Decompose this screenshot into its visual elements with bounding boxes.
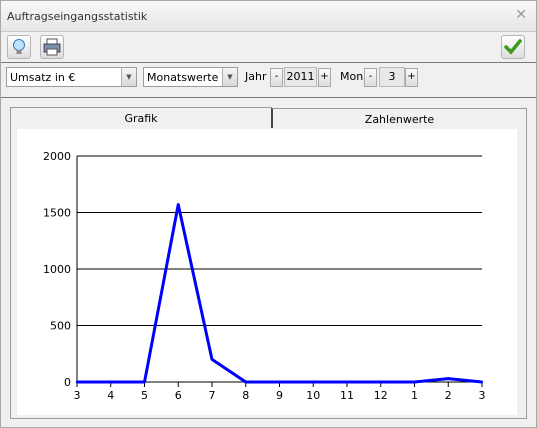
- toolbar: [1, 32, 536, 63]
- data-point: [413, 380, 416, 384]
- data-point: [312, 380, 315, 384]
- year-value[interactable]: 2011: [284, 67, 317, 87]
- data-point: [447, 377, 450, 380]
- x-tick-label: 11: [340, 389, 354, 402]
- year-increment-button[interactable]: +: [318, 68, 331, 87]
- series-line: [77, 203, 483, 384]
- x-tick-label: 12: [374, 389, 388, 402]
- measure-select[interactable]: Umsatz in € ▼: [6, 67, 137, 87]
- x-tick-label: 9: [276, 389, 283, 402]
- x-tick-label: 8: [242, 389, 249, 402]
- measure-select-value: Umsatz in €: [10, 71, 76, 84]
- tab-zahlenwerte[interactable]: Zahlenwerte: [271, 108, 527, 130]
- x-tick-label: 6: [175, 389, 182, 402]
- month-increment-button[interactable]: +: [405, 68, 418, 87]
- data-point: [244, 380, 247, 384]
- chevron-down-icon[interactable]: ▼: [121, 68, 136, 86]
- y-tick-label: 500: [50, 320, 71, 333]
- x-tick-label: 10: [306, 389, 320, 402]
- x-tick-label: 2: [445, 389, 452, 402]
- data-point: [210, 358, 214, 361]
- print-button[interactable]: [40, 35, 64, 59]
- month-decrement-button[interactable]: -: [364, 68, 377, 87]
- x-tick-label: 5: [141, 389, 148, 402]
- x-tick-label: 4: [107, 389, 114, 402]
- filter-bar: Umsatz in € ▼ Monatswerte ▼ Jahr - 2011 …: [1, 63, 536, 98]
- data-point: [177, 203, 180, 206]
- x-tick-label: 1: [411, 389, 418, 402]
- line-chart: 05001000150020003 4 5 6 7 8 9 10 11 12 1 2 3: [43, 150, 486, 402]
- x-tick-label: 3: [479, 389, 486, 402]
- data-point: [143, 380, 146, 384]
- month-value[interactable]: 3: [379, 67, 405, 87]
- chart-area: 0 500 1000 1500 2000 3 4 5 6 7 8 9 10 11 12 1 2 3: [17, 129, 517, 415]
- confirm-button[interactable]: [501, 35, 525, 59]
- data-point: [480, 380, 484, 384]
- hint-button[interactable]: [7, 35, 31, 59]
- data-point: [75, 380, 79, 384]
- mode-select[interactable]: Monatswerte ▼: [143, 67, 238, 87]
- x-tick-label: 7: [209, 389, 216, 402]
- year-decrement-button[interactable]: -: [270, 68, 283, 87]
- y-tick-label: 2000: [43, 150, 71, 163]
- data-point: [379, 380, 382, 384]
- y-tick-label: 1000: [43, 263, 71, 276]
- data-point: [278, 380, 281, 384]
- x-tick-label: 3: [74, 389, 81, 402]
- tab-grafik[interactable]: Grafik: [10, 107, 272, 129]
- printer-icon: [43, 38, 61, 56]
- year-label: Jahr: [245, 70, 267, 83]
- y-tick-label: 0: [64, 376, 71, 389]
- checkmark-icon: [504, 39, 522, 55]
- chevron-down-icon[interactable]: ▼: [222, 68, 237, 86]
- close-icon[interactable]: ✕: [515, 7, 527, 23]
- data-point: [345, 380, 349, 384]
- window-title: Auftragseingangsstatistik: [7, 10, 148, 23]
- y-tick-label: 1500: [43, 207, 71, 220]
- tab-bar: Grafik Zahlenwerte: [10, 107, 527, 130]
- mode-select-value: Monatswerte: [147, 71, 219, 84]
- title-bar: Auftragseingangsstatistik ✕: [1, 1, 536, 32]
- data-point: [109, 380, 112, 384]
- month-label: Mon: [340, 70, 364, 83]
- lightbulb-icon: [13, 39, 25, 54]
